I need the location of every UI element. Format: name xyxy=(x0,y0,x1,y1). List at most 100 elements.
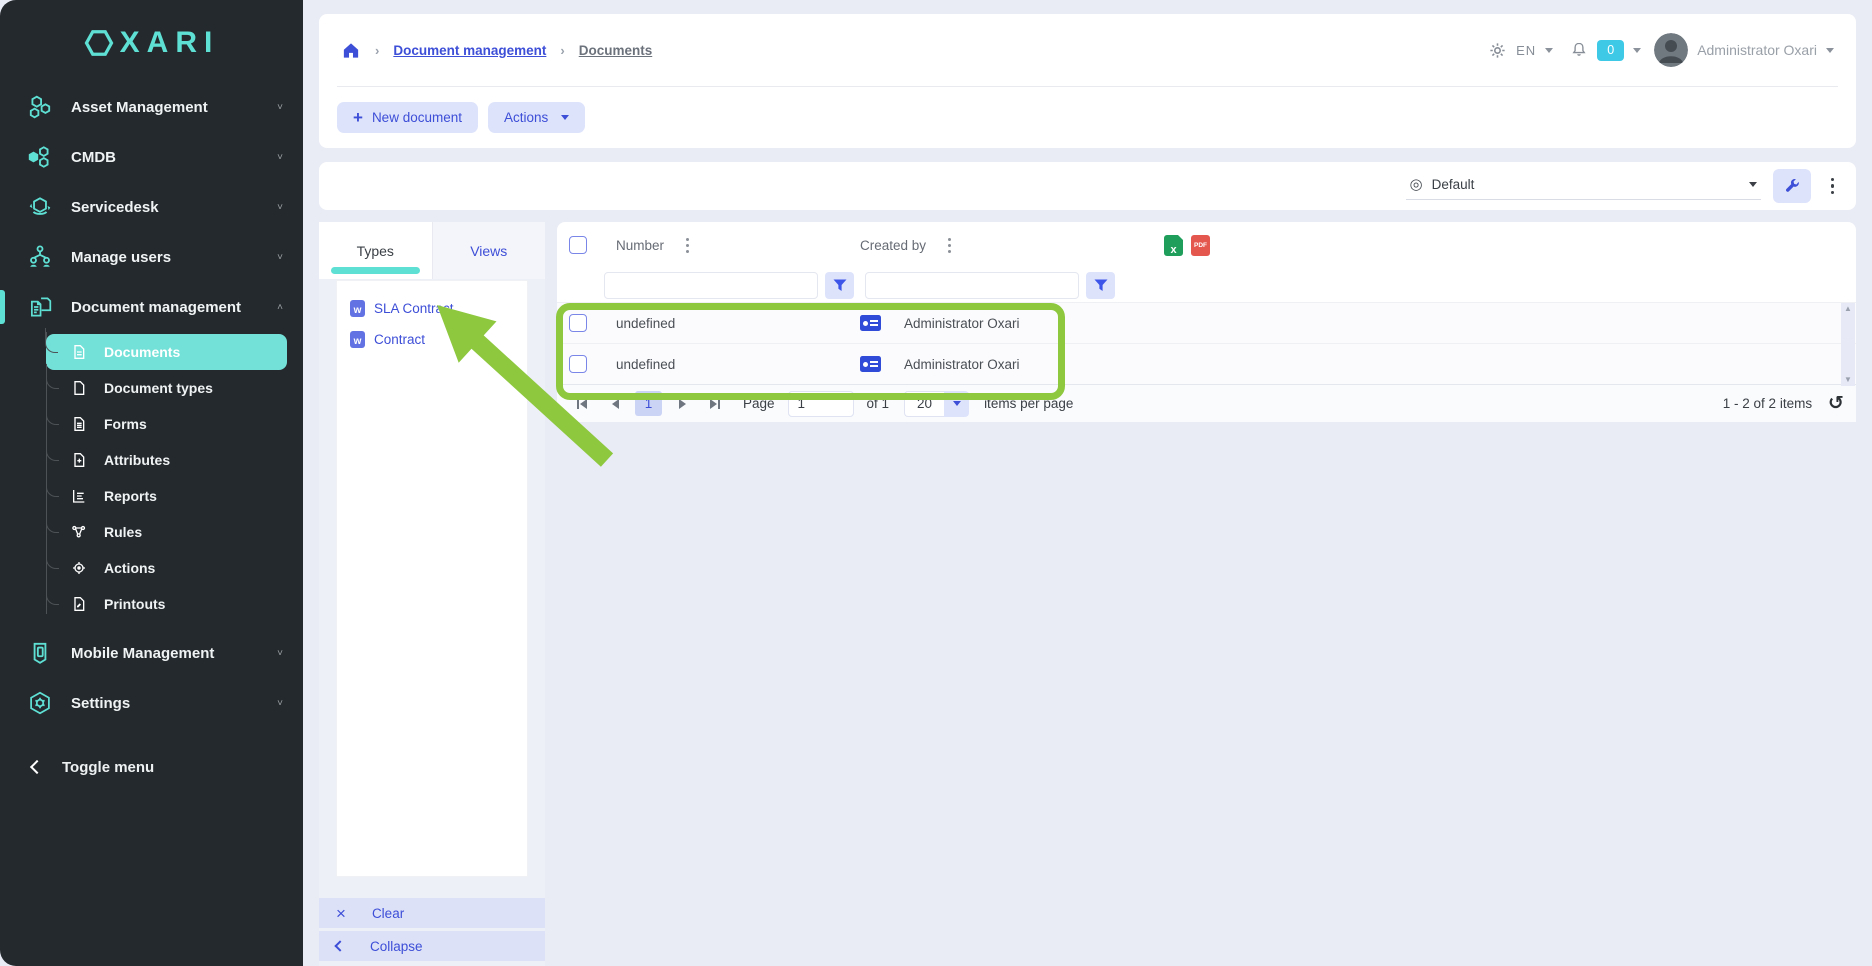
document-icon xyxy=(70,343,88,361)
vertical-scrollbar[interactable]: ▲ ▼ xyxy=(1841,303,1855,386)
user-card-icon xyxy=(860,315,881,331)
sidebar-item-printouts[interactable]: Printouts xyxy=(58,586,287,622)
logo-hexagon-icon xyxy=(84,28,114,58)
type-item-sla-contract[interactable]: w SLA Contract xyxy=(337,293,527,324)
home-icon[interactable] xyxy=(341,41,361,60)
previous-page-button[interactable] xyxy=(602,391,628,416)
sidebar-item-manage-users[interactable]: Manage users ˅ xyxy=(0,232,303,282)
cmdb-icon xyxy=(26,144,53,171)
tab-views[interactable]: Views xyxy=(432,222,546,279)
sidebar-item-rules[interactable]: Rules xyxy=(58,514,287,550)
sidebar-item-label: Document types xyxy=(104,380,213,396)
chevron-left-icon xyxy=(334,940,345,951)
last-page-button[interactable] xyxy=(702,391,728,416)
sidebar-item-document-management[interactable]: Document management ˄ xyxy=(0,282,303,332)
scroll-up-icon[interactable]: ▲ xyxy=(1844,305,1852,313)
clear-label: Clear xyxy=(372,906,404,921)
notification-count-badge[interactable]: 0 xyxy=(1597,40,1624,61)
sidebar-item-forms[interactable]: Forms xyxy=(58,406,287,442)
sidebar-item-mobile-management[interactable]: Mobile Management ˅ xyxy=(0,628,303,678)
sidebar-item-settings[interactable]: Settings ˅ xyxy=(0,678,303,728)
export-excel-icon[interactable]: x xyxy=(1164,235,1183,256)
breadcrumb-link-document-management[interactable]: Document management xyxy=(393,43,546,58)
form-icon xyxy=(70,415,88,433)
gear-icon[interactable] xyxy=(1488,41,1507,60)
sidebar-item-label: Asset Management xyxy=(71,99,259,116)
configure-view-button[interactable] xyxy=(1773,169,1811,203)
chevron-down-icon: ˅ xyxy=(277,252,283,263)
type-item-contract[interactable]: w Contract xyxy=(337,324,527,355)
chevron-down-icon: ˅ xyxy=(277,648,283,659)
collapse-button[interactable]: Collapse xyxy=(319,931,545,961)
clear-button[interactable]: × Clear xyxy=(319,898,545,928)
number-filter-button[interactable] xyxy=(825,272,854,299)
sidebar-item-attributes[interactable]: Attributes xyxy=(58,442,287,478)
sidebar-item-cmdb[interactable]: CMDB ˅ xyxy=(0,132,303,182)
word-document-icon: w xyxy=(350,300,365,317)
column-header-created-by[interactable]: Created by xyxy=(860,238,926,253)
items-per-page-label: items per page xyxy=(984,396,1073,411)
column-menu-kebab-icon[interactable] xyxy=(940,234,959,257)
table-row[interactable]: undefined Administrator Oxari xyxy=(557,302,1856,343)
avatar[interactable] xyxy=(1654,33,1688,67)
chevron-down-icon xyxy=(561,115,569,120)
language-selector[interactable]: EN xyxy=(1516,43,1536,58)
oxari-logo: XARI xyxy=(0,0,303,82)
tab-types-label: Types xyxy=(357,243,394,259)
view-select[interactable]: ◎ Default xyxy=(1406,172,1761,200)
chevron-down-icon xyxy=(953,401,961,406)
sidebar-item-actions[interactable]: Actions xyxy=(58,550,287,586)
page-size-select[interactable]: 20 xyxy=(904,391,969,417)
sidebar-item-documents[interactable]: Documents xyxy=(46,334,287,370)
app-window: XARI Asset Management ˅ CMDB xyxy=(0,0,1872,966)
toggle-menu-button[interactable]: Toggle menu xyxy=(0,742,303,792)
printouts-icon xyxy=(70,595,88,613)
created-by-filter-input[interactable] xyxy=(865,272,1079,299)
actions-button[interactable]: Actions xyxy=(488,102,585,133)
types-list: w SLA Contract w Contract xyxy=(337,281,527,876)
page-size-value: 20 xyxy=(904,391,944,417)
file-blank-icon xyxy=(70,379,88,397)
row-checkbox[interactable] xyxy=(569,355,587,373)
sidebar-item-label: Servicedesk xyxy=(71,199,259,216)
column-menu-kebab-icon[interactable] xyxy=(678,234,697,257)
more-options-kebab-icon[interactable] xyxy=(1823,174,1843,199)
chevron-down-icon[interactable] xyxy=(1633,48,1641,53)
created-by-filter-button[interactable] xyxy=(1086,272,1115,299)
breadcrumb-separator-icon: › xyxy=(560,43,564,58)
bell-icon[interactable] xyxy=(1570,41,1588,60)
user-name[interactable]: Administrator Oxari xyxy=(1697,42,1817,58)
close-icon: × xyxy=(336,905,346,922)
content-area: Types Views w SLA Contract w Contract xyxy=(319,222,1856,966)
number-filter-input[interactable] xyxy=(604,272,818,299)
page-count-label: of 1 xyxy=(867,396,890,411)
grid-filter-row xyxy=(557,268,1856,302)
chevron-down-icon: ˅ xyxy=(277,102,283,113)
select-all-checkbox[interactable] xyxy=(569,236,587,254)
sidebar-item-asset-management[interactable]: Asset Management ˅ xyxy=(0,82,303,132)
new-document-button[interactable]: + New document xyxy=(337,102,478,133)
row-checkbox[interactable] xyxy=(569,314,587,332)
documents-grid: Number Created by x PDF xyxy=(557,222,1856,966)
export-pdf-icon[interactable]: PDF xyxy=(1191,235,1210,256)
sidebar-item-servicedesk[interactable]: Servicedesk ˅ xyxy=(0,182,303,232)
page-number-input[interactable] xyxy=(788,391,854,417)
sidebar-item-reports[interactable]: Reports xyxy=(58,478,287,514)
sidebar-item-label: Attributes xyxy=(104,452,170,468)
tab-views-label: Views xyxy=(470,243,507,259)
scroll-down-icon[interactable]: ▼ xyxy=(1844,376,1852,384)
tab-types[interactable]: Types xyxy=(319,222,432,279)
chevron-down-icon[interactable] xyxy=(1826,48,1834,53)
sidebar-item-label: Actions xyxy=(104,560,155,576)
breadcrumb: › Document management › Documents xyxy=(341,41,652,60)
sidebar-item-label: Rules xyxy=(104,524,142,540)
chevron-down-icon[interactable] xyxy=(1545,48,1553,53)
refresh-icon[interactable]: ↻ xyxy=(1828,392,1844,415)
column-header-number[interactable]: Number xyxy=(616,238,664,253)
table-row[interactable]: undefined Administrator Oxari xyxy=(557,343,1856,384)
first-page-button[interactable] xyxy=(569,391,595,416)
sidebar-item-document-types[interactable]: Document types xyxy=(58,370,287,406)
page-number-button[interactable]: 1 xyxy=(635,391,662,416)
next-page-button[interactable] xyxy=(669,391,695,416)
funnel-icon xyxy=(1094,279,1108,292)
